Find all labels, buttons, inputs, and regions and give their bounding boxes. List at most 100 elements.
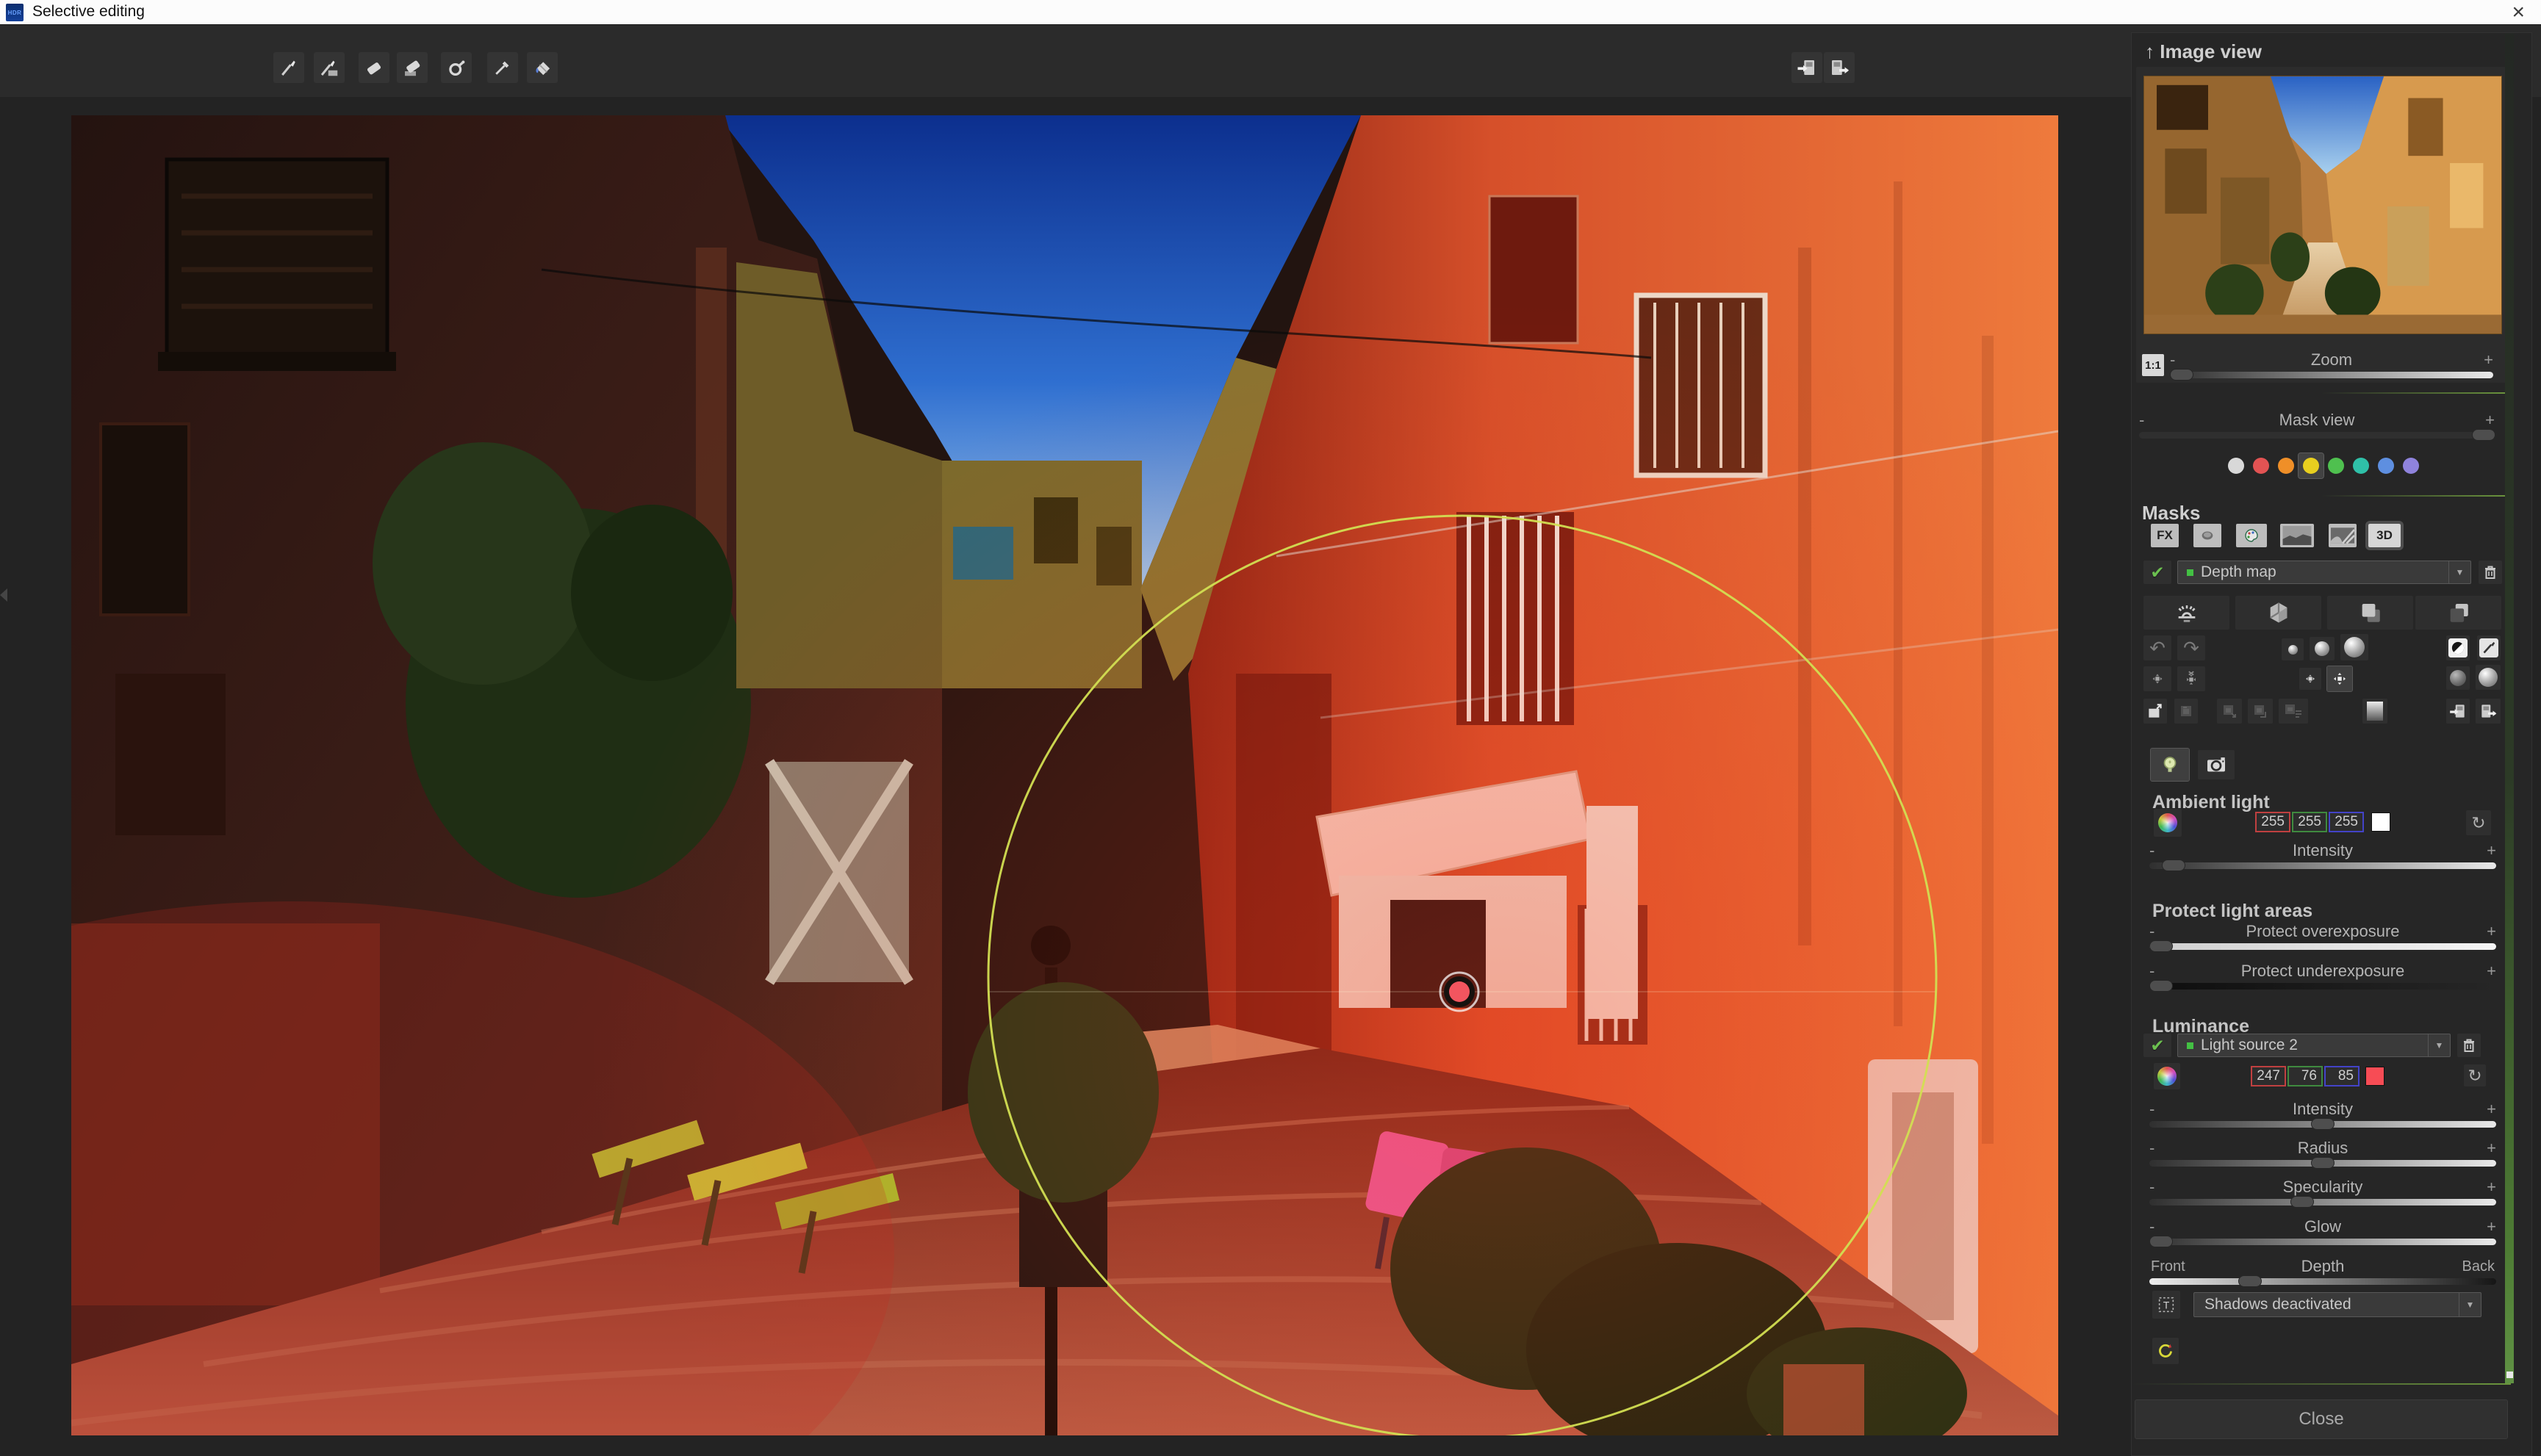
brush-size-medium-button[interactable] <box>2310 637 2335 660</box>
zoom-slider[interactable] <box>2170 372 2493 378</box>
paint-region-button[interactable] <box>314 52 345 83</box>
ambient-blue-field[interactable]: 255 <box>2329 812 2364 832</box>
protect-over-plus[interactable]: + <box>2487 922 2496 941</box>
mask-color-dot[interactable] <box>2274 453 2299 478</box>
delete-light-source-button[interactable] <box>2457 1034 2481 1057</box>
ambient-color-swatch[interactable] <box>2371 812 2390 832</box>
tab-vignette-mask[interactable] <box>2193 524 2221 547</box>
protect-under-plus[interactable]: + <box>2487 962 2496 981</box>
tab-luminosity-mask[interactable] <box>2280 524 2314 547</box>
mask-color-dot[interactable] <box>2373 453 2398 478</box>
mask-view-plus-button[interactable]: + <box>2485 411 2495 430</box>
specularity-slider[interactable] <box>2149 1199 2496 1205</box>
light-source-dropdown[interactable]: Light source 2 ▼ <box>2177 1034 2451 1057</box>
mask-color-dot[interactable] <box>2398 453 2423 478</box>
protect-overexposure-handle[interactable] <box>2149 940 2173 952</box>
eraser-region-button[interactable] <box>397 52 428 83</box>
paste-mask-settings-button[interactable] <box>2279 699 2308 724</box>
luminance-intensity-handle[interactable] <box>2311 1118 2335 1130</box>
paint-brush-button[interactable] <box>273 52 304 83</box>
radius-handle[interactable] <box>2311 1157 2335 1169</box>
color-picker-button[interactable] <box>487 52 518 83</box>
mask-color-dot[interactable] <box>2249 453 2274 478</box>
specularity-handle[interactable] <box>2290 1196 2314 1208</box>
radius-slider[interactable] <box>2149 1160 2496 1167</box>
luminance-intensity-plus[interactable]: + <box>2487 1100 2496 1119</box>
close-button[interactable]: Close <box>2135 1399 2508 1439</box>
depth-slider[interactable] <box>2149 1278 2496 1285</box>
object-3d-button[interactable] <box>2235 596 2321 630</box>
export-mask-button[interactable] <box>1824 52 1855 83</box>
expand-selection-button[interactable] <box>2143 666 2171 691</box>
editing-canvas[interactable] <box>71 115 2058 1435</box>
depth-map-enable-check[interactable]: ✔ <box>2143 561 2171 584</box>
protect-overexposure-slider[interactable] <box>2149 943 2496 950</box>
smudge-button[interactable] <box>441 52 472 83</box>
paste-mask-button[interactable] <box>2248 699 2273 724</box>
camera-mode-button[interactable] <box>2198 750 2235 779</box>
zoom-fit-button[interactable]: 1:1 <box>2142 354 2164 376</box>
paint-pad-button[interactable] <box>2477 635 2501 660</box>
redo-button[interactable]: ↷ <box>2177 635 2205 660</box>
luminance-red-field[interactable]: 247 <box>2251 1066 2286 1086</box>
save-mask-button[interactable] <box>2476 699 2501 724</box>
ambient-green-field[interactable]: 255 <box>2292 812 2327 832</box>
luminance-intensity-slider[interactable] <box>2149 1121 2496 1128</box>
luminance-color-wheel-button[interactable] <box>2154 1063 2180 1089</box>
mask-color-dot[interactable] <box>2323 453 2348 478</box>
contract-selection-button[interactable] <box>2177 666 2205 691</box>
move-horizontal-button[interactable] <box>2299 668 2321 690</box>
luminance-reset-button[interactable]: ↻ <box>2464 1064 2486 1086</box>
mask-color-dot[interactable] <box>2348 453 2373 478</box>
light-source-mode-button[interactable] <box>2151 749 2189 781</box>
light-source-enable-check[interactable]: ✔ <box>2143 1034 2171 1057</box>
gradient-mask-button[interactable] <box>2362 699 2387 724</box>
luminance-blue-field[interactable]: 85 <box>2324 1066 2360 1086</box>
radius-plus[interactable]: + <box>2487 1139 2496 1158</box>
image-view-header[interactable]: ↑ Image view <box>2145 40 2262 63</box>
window-close-button[interactable]: × <box>2512 0 2525 25</box>
brush-size-large-button[interactable] <box>2340 634 2368 660</box>
protect-underexposure-slider[interactable] <box>2149 983 2496 990</box>
luminance-color-swatch[interactable] <box>2365 1067 2384 1086</box>
layer-front-button[interactable] <box>2327 596 2413 630</box>
eraser-button[interactable] <box>359 52 389 83</box>
load-mask-button[interactable] <box>2446 699 2470 724</box>
panel-scrollbar-handle[interactable] <box>2506 1372 2513 1378</box>
tab-fx-mask[interactable]: FX <box>2151 524 2179 547</box>
shadow-options-button[interactable]: T <box>2152 1291 2180 1319</box>
sphere-light-button[interactable] <box>2476 665 2501 690</box>
tab-3d-mask[interactable]: 3D <box>2368 524 2401 547</box>
ambient-color-wheel-button[interactable] <box>2154 809 2182 837</box>
glow-handle[interactable] <box>2149 1236 2173 1247</box>
glow-slider[interactable] <box>2149 1239 2496 1245</box>
undo-button[interactable]: ↶ <box>2143 635 2171 660</box>
ambient-reset-button[interactable]: ↻ <box>2466 810 2491 835</box>
light-source-control-point[interactable] <box>1440 973 1478 1011</box>
ambient-intensity-handle[interactable] <box>2162 859 2185 871</box>
delete-mask-button[interactable] <box>2479 561 2502 584</box>
preview-thumbnail[interactable] <box>2143 76 2502 334</box>
brush-size-small-button[interactable] <box>2282 638 2304 660</box>
new-mask-button[interactable] <box>2143 699 2167 724</box>
luminance-green-field[interactable]: 76 <box>2287 1066 2323 1086</box>
left-panel-handle[interactable] <box>0 569 12 621</box>
shadows-dropdown[interactable]: Shadows deactivated ▼ <box>2193 1292 2481 1317</box>
sphere-dark-button[interactable] <box>2446 666 2470 690</box>
copy-mask-button[interactable] <box>2174 699 2198 724</box>
ambient-intensity-slider[interactable] <box>2149 862 2496 869</box>
zoom-plus-button[interactable]: + <box>2484 350 2493 370</box>
reset-light-sources-button[interactable] <box>2152 1338 2179 1364</box>
mask-color-dot[interactable] <box>2224 453 2249 478</box>
import-mask-button[interactable] <box>1791 52 1822 83</box>
daylight-mode-button[interactable] <box>2143 596 2229 630</box>
mask-select-dropdown[interactable]: Depth map ▼ <box>2177 561 2471 584</box>
mask-view-slider-handle[interactable] <box>2472 429 2495 441</box>
tab-texture-mask[interactable] <box>2329 524 2357 547</box>
ambient-intensity-plus[interactable]: + <box>2487 841 2496 860</box>
glow-plus[interactable]: + <box>2487 1217 2496 1236</box>
layer-back-button[interactable] <box>2415 596 2501 630</box>
mask-color-dot[interactable] <box>2299 453 2323 478</box>
mask-view-slider[interactable] <box>2139 432 2495 439</box>
zoom-slider-handle[interactable] <box>2170 369 2193 381</box>
